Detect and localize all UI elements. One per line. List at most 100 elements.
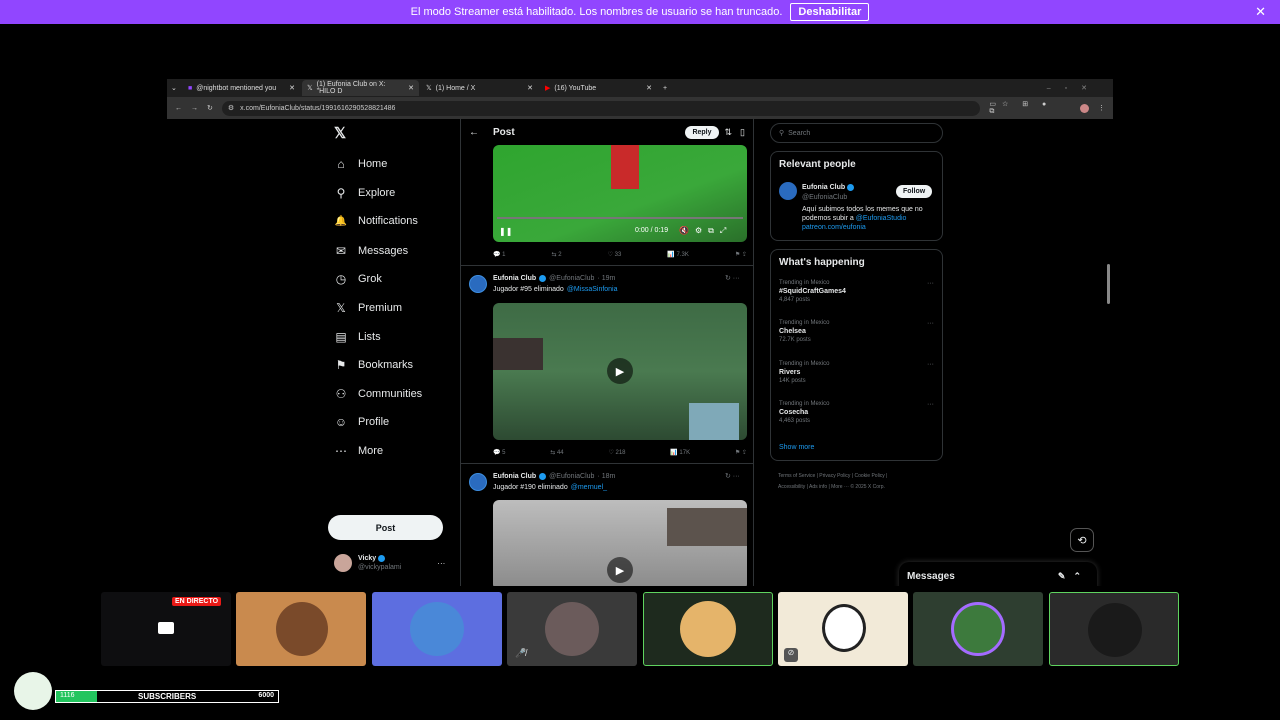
trend-item[interactable]: Trending in Mexico Cosecha 4,463 posts xyxy=(779,401,829,424)
relevant-people-panel: Relevant people Eufonia Club @EufoniaClu… xyxy=(770,151,943,241)
avatar[interactable] xyxy=(469,473,487,491)
compose-message-icon[interactable]: ✎︎⌃ xyxy=(1058,571,1089,582)
show-more-link[interactable]: Show more xyxy=(779,444,814,451)
retweet-icon[interactable]: ⇆ 2 xyxy=(552,251,562,258)
close-icon[interactable]: ✕ xyxy=(646,84,652,92)
reload-icon[interactable]: ↻ xyxy=(207,104,213,112)
pause-icon[interactable]: ❚❚ xyxy=(499,227,512,236)
close-icon[interactable]: ✕ xyxy=(527,84,533,92)
stream-tile: ⊘ xyxy=(778,592,908,666)
grok-icon[interactable]: ⟲ xyxy=(1070,528,1094,552)
search-input[interactable]: ⚲ Search xyxy=(770,123,943,143)
bookmark-icon[interactable]: ⚑ ⇪ xyxy=(735,449,747,456)
stream-tile xyxy=(372,592,502,666)
menu-icon[interactable]: ⋮ xyxy=(1098,104,1105,112)
more-icon[interactable]: ··· xyxy=(927,401,934,408)
more-icon[interactable]: ↻ ··· xyxy=(725,472,740,480)
person-bio: Aquí subimos todos los memes que no pode… xyxy=(802,206,923,231)
nav-lists[interactable]: ▤ Lists xyxy=(334,330,380,344)
tab-home[interactable]: 𝕏 (1) Home / X ✕ xyxy=(421,80,538,96)
video-controls[interactable]: 🔇⚙⧉⤢ xyxy=(679,226,732,236)
disable-button[interactable]: Deshabilitar xyxy=(790,3,870,21)
back-icon[interactable]: ← xyxy=(175,105,182,112)
forward-icon[interactable]: → xyxy=(191,105,198,112)
post-button[interactable]: Post xyxy=(328,515,443,540)
more-icon: ⋯ xyxy=(335,444,347,458)
trend-item[interactable]: Trending in Mexico Chelsea 72.7K posts xyxy=(779,320,829,343)
more-icon[interactable]: ··· xyxy=(437,559,445,568)
account-switcher[interactable]: Vicky @vickypalami ··· xyxy=(334,554,445,572)
post-header: ← Post Reply ⇅ ▯ xyxy=(461,119,753,145)
subs-count: 1116 xyxy=(60,692,75,699)
profile-avatar-icon[interactable] xyxy=(1080,103,1089,113)
facecam xyxy=(493,338,543,370)
nav-home[interactable]: ⌂ Home xyxy=(334,157,387,171)
extensions-icons[interactable]: ▭☆ ⊞ ● ⧉ xyxy=(989,100,1071,116)
window-controls[interactable]: –▫✕ xyxy=(1047,84,1101,92)
stream-tile xyxy=(913,592,1043,666)
avatar[interactable] xyxy=(779,182,797,200)
like-icon[interactable]: ♡ 218 xyxy=(608,449,625,456)
more-icon[interactable]: ··· xyxy=(927,280,934,287)
more-icon[interactable]: ··· xyxy=(927,320,934,327)
nav-profile[interactable]: ☺ Profile xyxy=(334,415,389,429)
more-icon[interactable]: ··· xyxy=(927,361,934,368)
trend-item[interactable]: Trending in Mexico #SquidCraftGames4 4,847… xyxy=(779,280,846,303)
tweet-text: Jugador #190 eliminado @mernuel_ xyxy=(493,484,608,491)
nav-bookmarks[interactable]: ⚑ Bookmarks xyxy=(334,358,413,372)
nav-messages[interactable]: ✉ Messages xyxy=(334,244,408,258)
more-icon[interactable]: ↻ ··· xyxy=(725,274,740,282)
views-icon[interactable]: 📊 7.3K xyxy=(667,251,688,258)
verified-icon xyxy=(378,554,386,562)
scrollbar[interactable] xyxy=(1107,264,1110,304)
retweet-icon[interactable]: ⇆ 44 xyxy=(550,449,563,456)
close-icon[interactable]: ✕ xyxy=(408,84,414,92)
tab-youtube[interactable]: ▶ (16) YouTube ✕ xyxy=(540,80,657,96)
messages-drawer[interactable]: Messages ✎︎⌃ xyxy=(899,562,1097,586)
nav-grok[interactable]: ◷ Grok xyxy=(334,272,382,286)
play-icon[interactable]: ▶ xyxy=(607,358,633,384)
tweet-text: Jugador #95 eliminado @MissaSinfonia xyxy=(493,286,618,293)
like-icon[interactable]: ♡ 33 xyxy=(608,251,622,258)
subs-label: SUBSCRIBERS xyxy=(138,692,197,701)
bookmark-icon[interactable]: ⚑ ⇪ xyxy=(735,251,747,258)
reply-button[interactable]: Reply xyxy=(685,125,719,139)
trend-item[interactable]: Trending in Mexico Rivers 14K posts xyxy=(779,361,829,384)
tab-search-icon[interactable]: ⌄ xyxy=(171,84,181,92)
reply-icon[interactable]: 💬 5 xyxy=(493,449,505,456)
video-player[interactable]: ❚❚ 0:00 / 0:19 🔇⚙⧉⤢ xyxy=(493,145,747,242)
site-info-icon[interactable]: ⚙ xyxy=(228,104,234,112)
person-info: Eufonia Club @EufoniaClub xyxy=(802,183,855,203)
youtube-icon: ▶ xyxy=(545,85,551,92)
footer-links[interactable]: Terms of Service | Privacy Policy | Cook… xyxy=(778,471,887,493)
nav-more[interactable]: ⋯ More xyxy=(334,444,383,458)
avatar[interactable] xyxy=(469,275,487,293)
settings-icon[interactable]: ⇅ xyxy=(725,127,733,138)
views-icon[interactable]: 📊 17K xyxy=(670,449,690,456)
communities-icon: ⚇ xyxy=(335,387,347,401)
avatar xyxy=(334,554,352,572)
nav-explore[interactable]: ⚲ Explore xyxy=(334,186,396,200)
reader-icon[interactable]: ▯ xyxy=(740,127,745,138)
back-icon[interactable]: ← xyxy=(469,127,479,138)
video-thumbnail[interactable]: ▶ xyxy=(493,303,747,440)
nav-notifications[interactable]: 🔔 Notifications xyxy=(334,215,418,227)
url-field[interactable]: ⚙ x.com/EufoniaClub/status/1991616290528… xyxy=(221,100,981,116)
close-icon[interactable]: ✕ xyxy=(1255,4,1266,20)
bell-icon: 🔔 xyxy=(334,215,348,227)
avatar xyxy=(545,602,599,656)
nav-premium[interactable]: 𝕏 Premium xyxy=(334,301,402,315)
x-logo-icon: 𝕏 xyxy=(307,85,313,92)
tab-nightbot[interactable]: ■ @nightbot mentioned you ✕ xyxy=(183,80,300,96)
verified-icon xyxy=(847,183,855,191)
x-logo-icon[interactable]: 𝕏 xyxy=(334,124,346,142)
follow-button[interactable]: Follow xyxy=(896,185,933,198)
reply-icon[interactable]: 💬 1 xyxy=(493,251,505,258)
new-tab-icon[interactable]: + xyxy=(663,85,667,92)
video-progress-bar[interactable] xyxy=(497,217,743,219)
nav-communities[interactable]: ⚇ Communities xyxy=(334,387,423,401)
video-thumbnail[interactable]: ▶ xyxy=(493,500,747,586)
close-icon[interactable]: ✕ xyxy=(289,84,295,92)
tab-eufonia[interactable]: 𝕏 (1) Eufonia Club on X: "HILO D ✕ xyxy=(302,80,419,96)
play-icon[interactable]: ▶ xyxy=(607,557,633,583)
